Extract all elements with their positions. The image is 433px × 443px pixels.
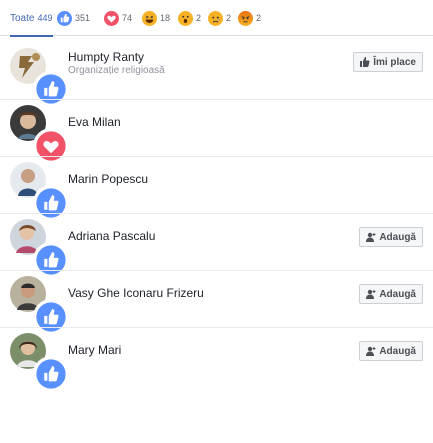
add-friend-button[interactable]: Adaugă bbox=[359, 341, 423, 361]
add-friend-button[interactable]: Adaugă bbox=[359, 227, 423, 247]
tab-angry-count: 2 bbox=[256, 13, 262, 23]
tab-love-count: 74 bbox=[122, 13, 133, 23]
like-icon bbox=[57, 10, 72, 26]
list-item: Adriana Pascalu Adaugă bbox=[0, 215, 433, 278]
list-item: Eva Milan bbox=[0, 101, 433, 164]
list-item: Vasy Ghe Iconaru Frizeru Adaugă bbox=[0, 272, 433, 335]
avatar[interactable] bbox=[10, 333, 69, 392]
tab-all[interactable]: Toate 449 bbox=[10, 10, 53, 37]
avatar[interactable] bbox=[10, 276, 69, 335]
tab-sad-count: 2 bbox=[226, 13, 232, 23]
divider bbox=[0, 213, 433, 214]
tab-wow-count: 2 bbox=[196, 13, 202, 23]
haha-icon bbox=[142, 10, 157, 26]
sad-icon bbox=[208, 10, 223, 26]
tab-haha[interactable]: 18 bbox=[142, 10, 170, 26]
add-friend-icon bbox=[366, 289, 376, 299]
person-name[interactable]: Mary Mari bbox=[68, 343, 121, 357]
tab-all-label: Toate bbox=[10, 12, 35, 24]
add-friend-icon bbox=[366, 232, 376, 242]
tab-wow[interactable]: 2 bbox=[178, 10, 201, 26]
list-item: Humpty Ranty Organizație religioasă Îmi … bbox=[0, 44, 433, 107]
divider bbox=[0, 99, 433, 100]
tab-love[interactable]: 74 bbox=[104, 10, 132, 26]
list-item: Mary Mari Adaugă bbox=[0, 329, 433, 392]
tab-angry[interactable]: 2 bbox=[238, 10, 261, 26]
tab-like[interactable]: 351 bbox=[57, 10, 90, 26]
add-friend-icon bbox=[366, 346, 376, 356]
like-page-button[interactable]: Îmi place bbox=[353, 52, 423, 72]
tab-all-count: 449 bbox=[37, 13, 53, 23]
person-name[interactable]: Marin Popescu bbox=[68, 172, 148, 186]
divider bbox=[0, 156, 433, 157]
reactions-tab-bar: Toate 449 351 74 18 2 2 2 bbox=[0, 0, 433, 37]
wow-icon bbox=[178, 10, 193, 26]
tab-haha-count: 18 bbox=[160, 13, 171, 23]
list-item: Marin Popescu bbox=[0, 158, 433, 221]
avatar[interactable] bbox=[10, 219, 69, 278]
add-friend-button[interactable]: Adaugă bbox=[359, 284, 423, 304]
avatar[interactable] bbox=[10, 48, 69, 107]
like-page-button-label: Îmi place bbox=[373, 56, 416, 68]
tab-sad[interactable]: 2 bbox=[208, 10, 231, 26]
add-friend-button-label: Adaugă bbox=[379, 231, 416, 243]
add-friend-button-label: Adaugă bbox=[379, 288, 416, 300]
divider bbox=[0, 270, 433, 271]
person-name[interactable]: Vasy Ghe Iconaru Frizeru bbox=[68, 286, 204, 300]
add-friend-button-label: Adaugă bbox=[379, 345, 416, 357]
person-name[interactable]: Eva Milan bbox=[68, 115, 121, 129]
tab-like-count: 351 bbox=[75, 13, 91, 23]
avatar[interactable] bbox=[10, 162, 69, 221]
divider bbox=[0, 327, 433, 328]
angry-icon bbox=[238, 10, 253, 26]
person-name[interactable]: Adriana Pascalu bbox=[68, 229, 155, 243]
person-subtitle: Organizație religioasă bbox=[68, 65, 165, 76]
thumbs-up-icon bbox=[360, 57, 370, 67]
person-name[interactable]: Humpty Ranty bbox=[68, 50, 144, 64]
love-icon bbox=[104, 10, 119, 26]
avatar[interactable] bbox=[10, 105, 69, 164]
like-icon bbox=[33, 356, 69, 392]
